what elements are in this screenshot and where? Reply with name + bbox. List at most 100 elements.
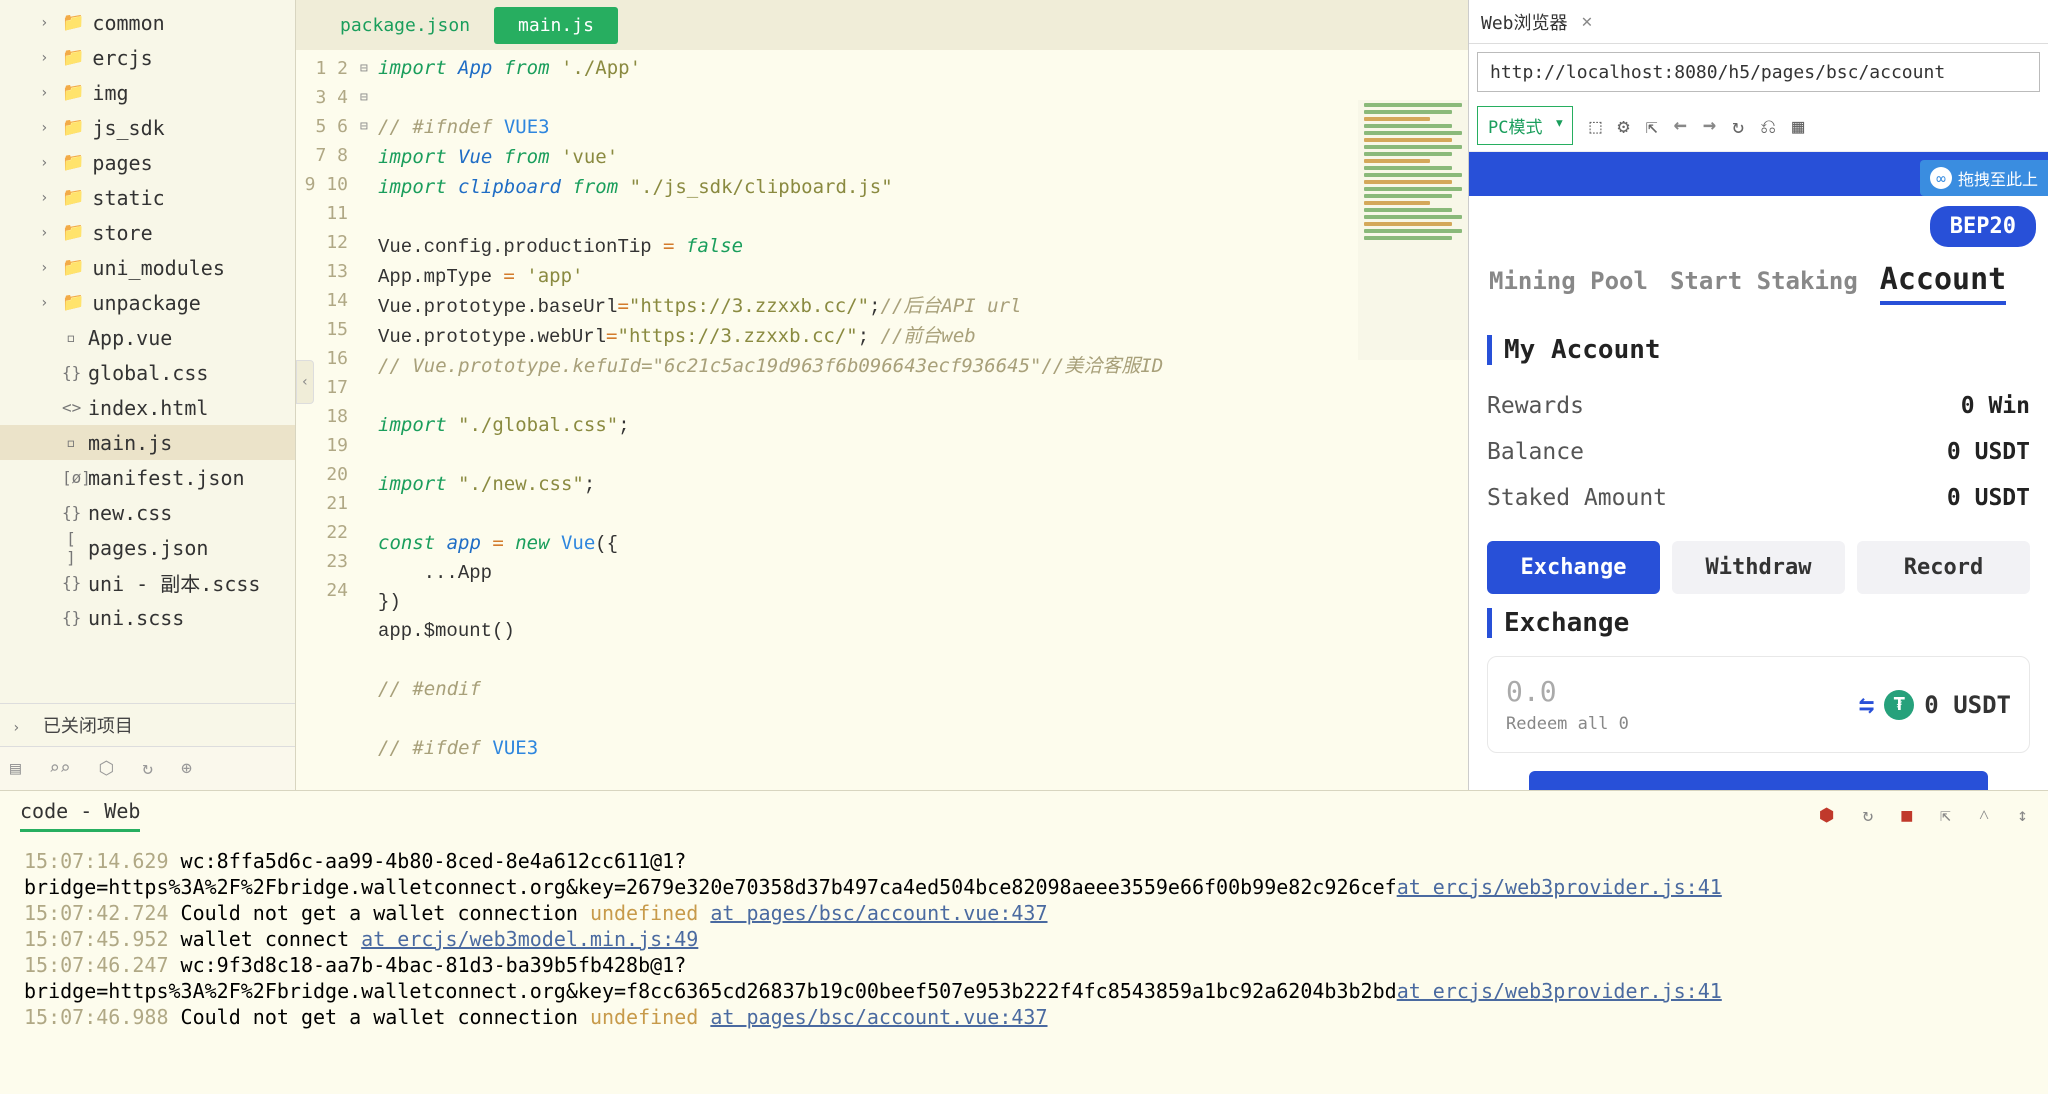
- folder-item-img[interactable]: ›📁img: [0, 75, 295, 110]
- file-label: index.html: [88, 396, 208, 420]
- log-source-link[interactable]: at pages/bsc/account.vue:437: [710, 1005, 1047, 1029]
- chevron-right-icon: ›: [40, 155, 56, 171]
- folder-item-js_sdk[interactable]: ›📁js_sdk: [0, 110, 295, 145]
- folder-item-common[interactable]: ›📁common: [0, 5, 295, 40]
- code-area[interactable]: 1 2 3 4 5 6 7 8 9 10 11 12 13 14 15 16 1…: [296, 50, 1468, 790]
- chevron-right-icon: ›: [40, 50, 56, 66]
- file-item-App.vue[interactable]: ▫App.vue: [0, 320, 295, 355]
- lock-icon[interactable]: ⎌: [1760, 114, 1776, 138]
- page-tab-mining-pool[interactable]: Mining Pool: [1489, 267, 1648, 295]
- swap-icon[interactable]: ⇋: [1859, 690, 1875, 720]
- restart-icon[interactable]: ↻: [1862, 805, 1873, 826]
- log-source-link[interactable]: at pages/bsc/account.vue:437: [710, 901, 1047, 925]
- closed-projects-section[interactable]: › 已关闭项目: [0, 703, 295, 746]
- fold-column[interactable]: ⊟ ⊟ ⊟: [360, 50, 378, 790]
- bug-icon[interactable]: ⬡: [99, 758, 115, 779]
- console-tab[interactable]: code - Web: [20, 799, 140, 832]
- grid-icon[interactable]: ▦: [1792, 114, 1804, 138]
- folder-label: uni_modules: [92, 256, 224, 280]
- page-tab-start-staking[interactable]: Start Staking: [1670, 267, 1858, 295]
- file-label: uni - 副本.scss: [88, 568, 260, 597]
- file-label: uni.scss: [88, 606, 184, 630]
- globe-icon[interactable]: ⊕: [181, 758, 192, 779]
- console-log-line: 15:07:46.988 Could not get a wallet conn…: [24, 1004, 2024, 1030]
- log-source-link[interactable]: at ercjs/web3model.min.js:49: [361, 927, 698, 951]
- open-folder-icon[interactable]: ⬚: [1589, 114, 1601, 138]
- folder-icon: 📁: [62, 47, 84, 68]
- url-input[interactable]: [1477, 52, 2040, 92]
- close-icon[interactable]: ✕: [1582, 11, 1593, 32]
- folder-item-pages[interactable]: ›📁pages: [0, 145, 295, 180]
- console-body[interactable]: 15:07:14.629 wc:8ffa5d6c-aa99-4b80-8ced-…: [0, 840, 2048, 1094]
- forward-icon[interactable]: →: [1703, 113, 1716, 138]
- file-label: manifest.json: [88, 466, 245, 490]
- mode-select[interactable]: PC模式: [1477, 106, 1573, 145]
- file-item-new.css[interactable]: {}new.css: [0, 495, 295, 530]
- file-item-uni - 副本.scss[interactable]: {}uni - 副本.scss: [0, 565, 295, 600]
- console-log-line: 15:07:14.629 wc:8ffa5d6c-aa99-4b80-8ced-…: [24, 848, 2024, 900]
- editor-tab-main.js[interactable]: main.js: [494, 7, 618, 44]
- file-icon: [ ]: [62, 529, 80, 567]
- sync-icon[interactable]: ↻: [142, 758, 153, 779]
- folder-icon: 📁: [62, 257, 84, 278]
- page-tab-account[interactable]: Account: [1880, 262, 2006, 305]
- gear-icon[interactable]: ⚙: [1618, 114, 1630, 138]
- action-tab-record[interactable]: Record: [1857, 541, 2030, 594]
- chevron-right-icon: ›: [12, 720, 28, 736]
- folder-item-store[interactable]: ›📁store: [0, 215, 295, 250]
- file-label: new.css: [88, 501, 172, 525]
- chevron-right-icon: ›: [40, 225, 56, 241]
- file-item-pages.json[interactable]: [ ]pages.json: [0, 530, 295, 565]
- action-tab-withdraw[interactable]: Withdraw: [1672, 541, 1845, 594]
- file-item-index.html[interactable]: <>index.html: [0, 390, 295, 425]
- redeem-all-link[interactable]: Redeem all 0: [1506, 714, 1629, 734]
- folder-item-static[interactable]: ›📁static: [0, 180, 295, 215]
- binoculars-icon[interactable]: ⌕⌕: [49, 758, 71, 779]
- stop-icon[interactable]: ■: [1901, 805, 1912, 826]
- folder-label: unpackage: [92, 291, 200, 315]
- refresh-icon[interactable]: ↻: [1732, 114, 1744, 138]
- preview-area[interactable]: BNB B ∞ 拖拽至此上 BEP20 Mining PoolStart Sta…: [1469, 152, 2048, 790]
- file-tree: ›📁common›📁ercjs›📁img›📁js_sdk›📁pages›📁sta…: [0, 0, 295, 703]
- back-icon[interactable]: ←: [1674, 113, 1687, 138]
- editor-tab-package.json[interactable]: package.json: [316, 7, 494, 44]
- file-item-main.js[interactable]: ▫main.js: [0, 425, 295, 460]
- file-label: App.vue: [88, 326, 172, 350]
- usdt-icon: ₮: [1884, 690, 1914, 720]
- bep20-badge-text: BEP20: [1950, 214, 2016, 239]
- folder-label: pages: [92, 151, 152, 175]
- minimap[interactable]: [1358, 100, 1468, 360]
- chevron-right-icon: ›: [40, 295, 56, 311]
- wrap-icon[interactable]: ↕: [2017, 805, 2028, 826]
- log-timestamp: 15:07:42.724: [24, 901, 169, 925]
- info-value: 0 USDT: [1947, 439, 2030, 465]
- mode-select-label: PC模式: [1488, 118, 1542, 138]
- file-item-global.css[interactable]: {}global.css: [0, 355, 295, 390]
- collapse-icon[interactable]: ˄: [1979, 805, 1989, 826]
- folder-item-ercjs[interactable]: ›📁ercjs: [0, 40, 295, 75]
- file-item-manifest.json[interactable]: [ø] manifest.json: [0, 460, 295, 495]
- file-icon: {}: [62, 363, 80, 382]
- folder-item-unpackage[interactable]: ›📁unpackage: [0, 285, 295, 320]
- external-icon[interactable]: ⇱: [1646, 114, 1658, 138]
- code-content[interactable]: import App from './App' // #ifndef VUE3 …: [378, 50, 1468, 790]
- log-source-link[interactable]: at ercjs/web3provider.js:41: [1397, 979, 1722, 1003]
- info-label: Rewards: [1487, 393, 1584, 419]
- exchange-button[interactable]: Exchange: [1529, 771, 1988, 790]
- folder-item-uni_modules[interactable]: ›📁uni_modules: [0, 250, 295, 285]
- terminal-icon[interactable]: ▤: [10, 758, 21, 779]
- export-icon[interactable]: ⇱: [1940, 805, 1951, 826]
- file-icon: [ø]: [62, 468, 80, 487]
- closed-projects-label: 已关闭项目: [43, 716, 133, 737]
- exchange-amount-input[interactable]: 0.0: [1506, 675, 1629, 708]
- browser-tab-title[interactable]: Web浏览器: [1481, 9, 1568, 35]
- drag-hint-badge[interactable]: ∞ 拖拽至此上: [1920, 160, 2048, 196]
- info-value: 0 Win: [1961, 393, 2030, 419]
- folder-label: js_sdk: [92, 116, 164, 140]
- log-source-link[interactable]: at ercjs/web3provider.js:41: [1397, 875, 1722, 899]
- editor-tabs: package.jsonmain.js: [296, 0, 1468, 50]
- bug-icon[interactable]: ⬢: [1819, 805, 1835, 826]
- log-timestamp: 15:07:14.629: [24, 849, 169, 873]
- action-tab-exchange[interactable]: Exchange: [1487, 541, 1660, 594]
- file-item-uni.scss[interactable]: {}uni.scss: [0, 600, 295, 635]
